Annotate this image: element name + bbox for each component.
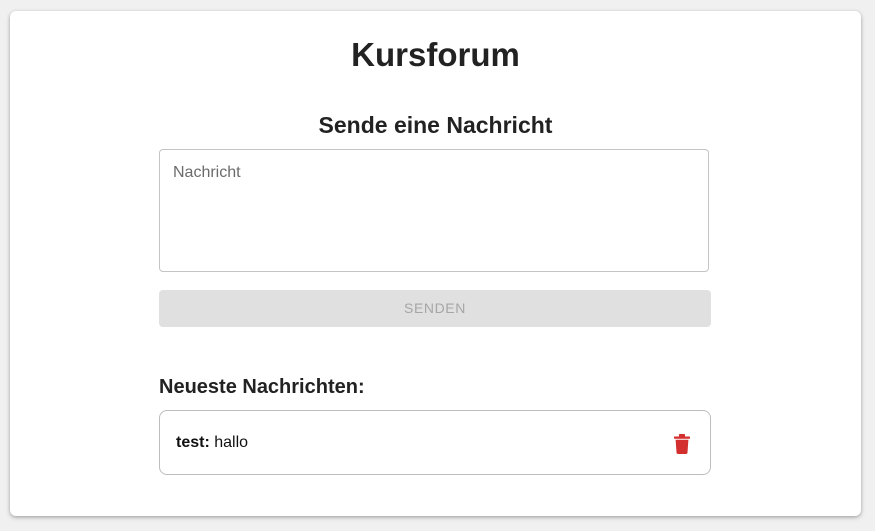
list-item: test: hallo: [159, 410, 711, 475]
page-title: Kursforum: [351, 36, 520, 73]
message-content: test: hallo: [176, 433, 248, 453]
latest-messages-heading: Neueste Nachrichten:: [159, 376, 365, 398]
send-button[interactable]: SENDEN: [159, 290, 711, 327]
delete-message-button[interactable]: [668, 430, 696, 458]
compose-heading: Sende eine Nachricht: [318, 112, 553, 138]
message-body: hallo: [214, 434, 249, 451]
trash-icon: [674, 434, 690, 454]
forum-card: Kursforum Sende eine Nachricht SENDEN Ne…: [10, 11, 861, 516]
message-field[interactable]: [159, 149, 709, 272]
message-input[interactable]: [173, 164, 693, 260]
message-author: test:: [176, 434, 210, 451]
